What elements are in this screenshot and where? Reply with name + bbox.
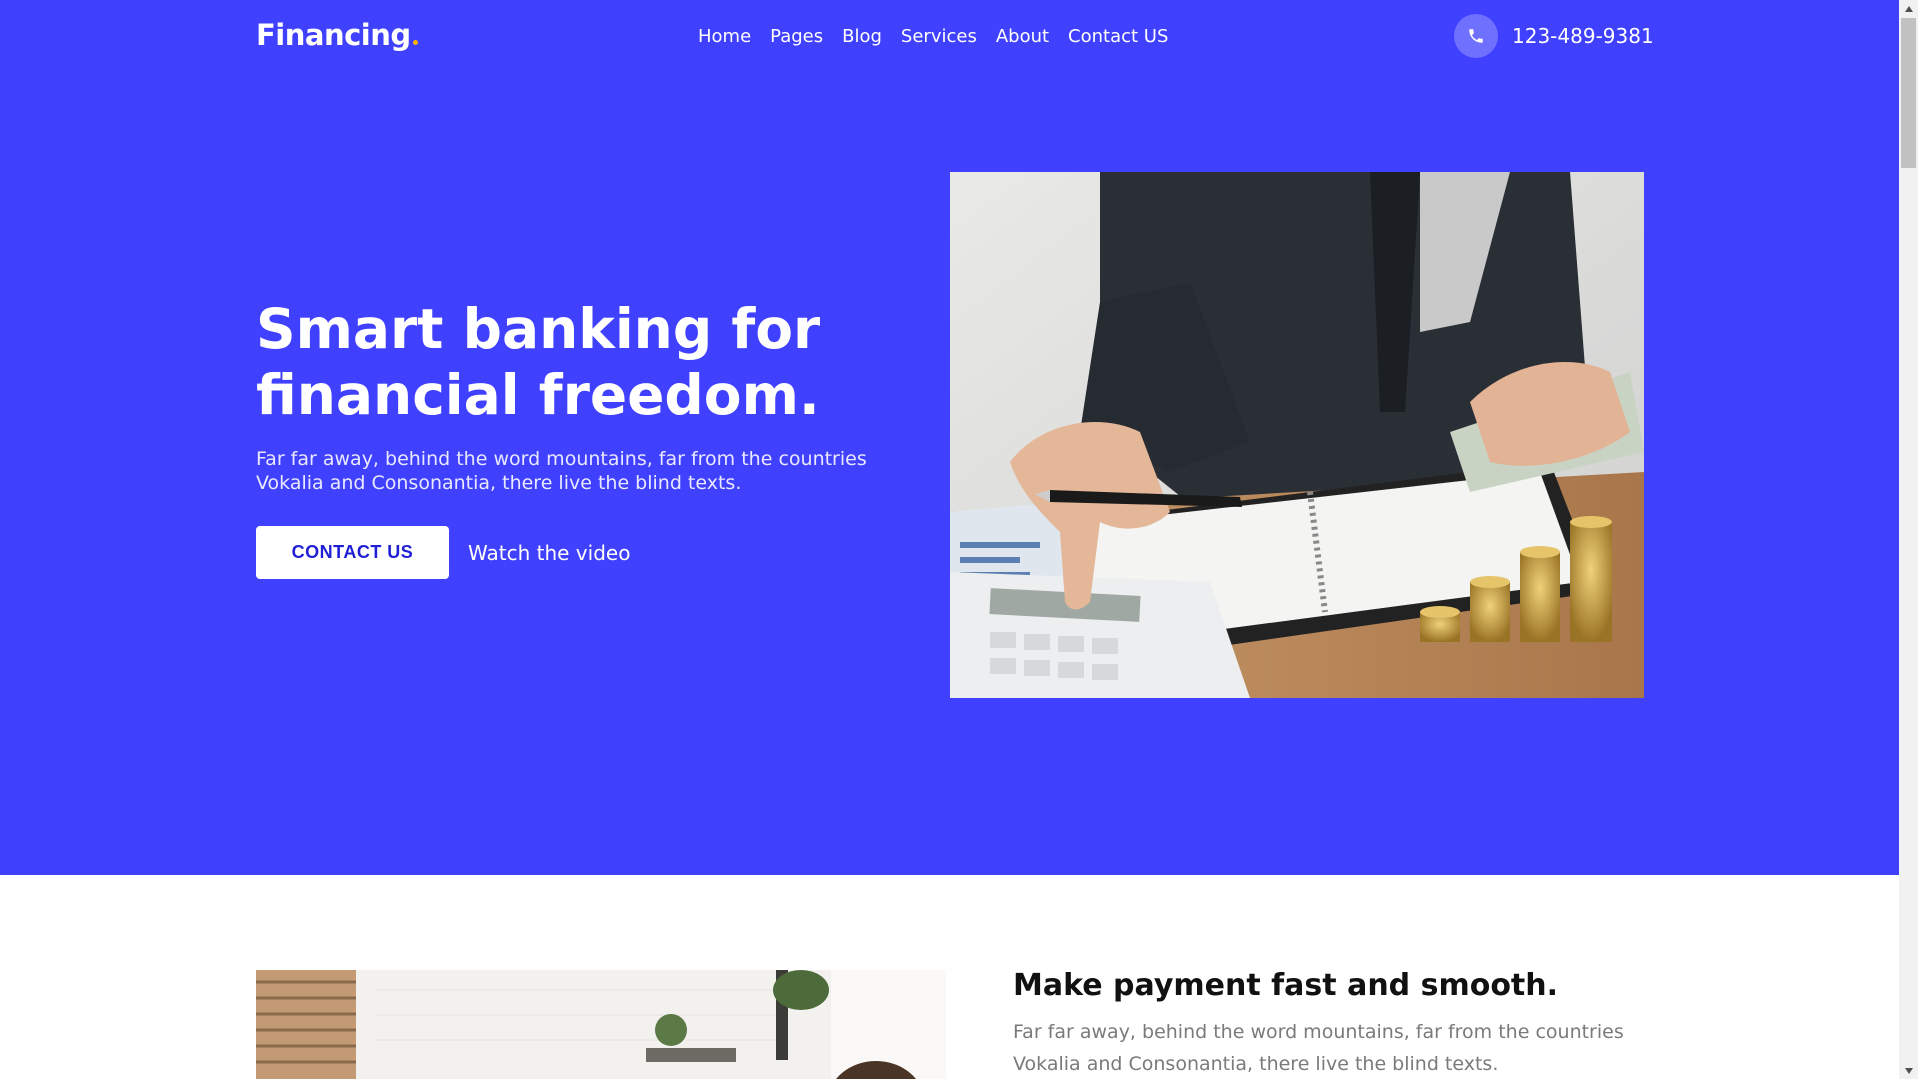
watch-video-link[interactable]: Watch the video	[468, 541, 630, 565]
hero-description: Far far away, behind the word mountains,…	[256, 448, 867, 494]
nav-services[interactable]: Services	[901, 26, 977, 47]
nav-contact[interactable]: Contact US	[1068, 26, 1168, 47]
chevron-up-icon[interactable]	[1899, 0, 1918, 17]
nav-about[interactable]: About	[996, 26, 1049, 47]
logo-text: Financing	[256, 18, 411, 52]
nav-blog[interactable]: Blog	[842, 26, 882, 47]
hero-title: Smart banking for financial freedom.	[256, 297, 821, 427]
phone-number: 123-489-9381	[1512, 24, 1654, 48]
nav-home[interactable]: Home	[698, 26, 751, 47]
phone-contact[interactable]: 123-489-9381	[1454, 14, 1654, 58]
vertical-scrollbar[interactable]	[1899, 0, 1918, 1079]
chevron-down-icon[interactable]	[1899, 1062, 1918, 1079]
nav-pages[interactable]: Pages	[770, 26, 823, 47]
main-nav: Home Pages Blog Services About Contact U…	[698, 26, 1168, 47]
section-description: Far far away, behind the word mountains,…	[1013, 1021, 1624, 1075]
phone-icon	[1454, 14, 1498, 58]
payment-image	[256, 970, 946, 1079]
contact-us-button[interactable]: CONTACT US	[256, 526, 449, 579]
hero-image	[950, 172, 1644, 698]
hero-section: Financing Home Pages Blog Services About…	[0, 0, 1899, 875]
site-logo[interactable]: Financing	[256, 18, 418, 52]
section-title: Make payment fast and smooth.	[1013, 968, 1559, 1003]
logo-dot	[412, 40, 418, 45]
scrollbar-thumb[interactable]	[1901, 18, 1916, 168]
